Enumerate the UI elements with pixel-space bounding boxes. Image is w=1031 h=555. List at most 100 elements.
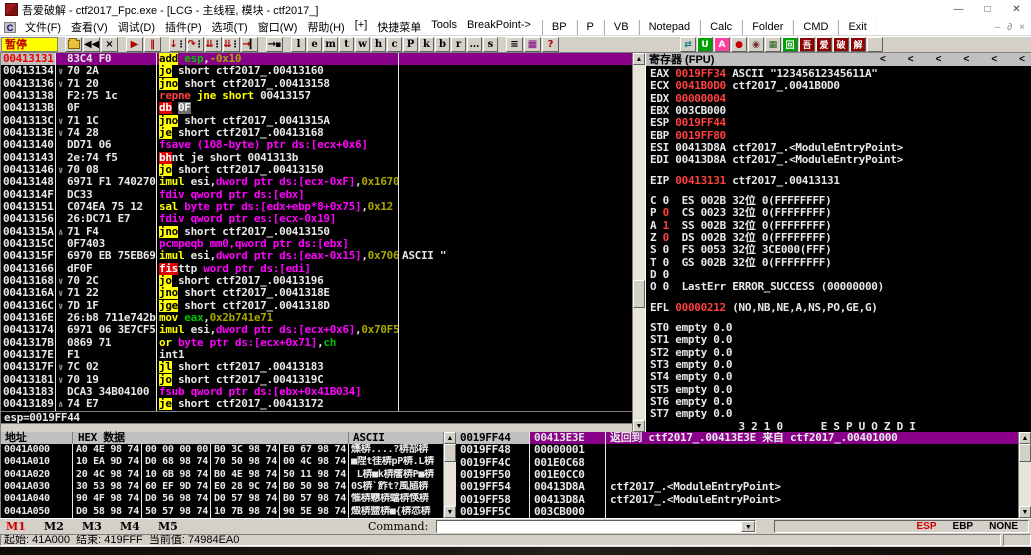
breakpoint-list-icon[interactable]: ≡ <box>506 37 523 52</box>
command-letter-r[interactable]: r <box>451 37 466 52</box>
plugin-button-exit[interactable]: Exit <box>838 20 876 35</box>
menu-item-6[interactable]: 窗口(W) <box>253 19 303 35</box>
dump-header-hex[interactable]: HEX 数据 <box>73 432 349 444</box>
register-line[interactable]: S 0 FS 0053 32位 3CE000(FFF) <box>650 244 1031 256</box>
command-letter-b[interactable]: b <box>435 37 450 52</box>
dump-row[interactable]: 0041A02020 4C 98 7410 6B 98 74B0 4E 98 7… <box>1 469 443 481</box>
register-line[interactable]: ST2 empty 0.0 <box>650 347 1031 359</box>
child-minimize-icon[interactable]: – <box>995 22 1001 33</box>
dump-scrollbar[interactable]: ▲ ▼ <box>443 432 456 518</box>
register-line[interactable]: EDI 00413D8A ctf2017_.<ModuleEntryPoint> <box>650 154 1031 166</box>
step-over-icon[interactable]: ↷⋮ <box>187 37 204 52</box>
scroll-up-icon[interactable]: ▲ <box>444 432 456 444</box>
dump-row[interactable]: 0041A000A0 4E 98 7400 00 00 00B0 3C 98 7… <box>1 444 443 456</box>
register-line[interactable]: ST3 empty 0.0 <box>650 359 1031 371</box>
command-letter-e[interactable]: e <box>307 37 322 52</box>
command-letter-…[interactable]: … <box>467 37 482 52</box>
windows-list-icon[interactable]: ▦ <box>524 37 541 52</box>
disasm-row[interactable]: 0041313C∨71 1Cjno short ctf2017_.0041315… <box>1 115 632 127</box>
register-line[interactable]: T 0 GS 002B 32位 0(FFFFFFFF) <box>650 257 1031 269</box>
register-line[interactable]: ST1 empty 0.0 <box>650 334 1031 346</box>
disasm-row[interactable]: 00413166 dF0Ffisttp word ptr ds:[edi] <box>1 263 632 275</box>
scroll-thumb[interactable] <box>444 444 456 462</box>
disassembly-scrollbar[interactable]: ▲ ▼ <box>632 53 645 432</box>
disasm-row[interactable]: 00413183 DCA3 34B04100fsub qword ptr ds:… <box>1 386 632 398</box>
stack-row[interactable]: 0019FF5C003CB000 <box>456 506 1018 518</box>
disasm-row[interactable]: 0041316E 26:b8 711e742bmov eax,0x2b741e7… <box>1 312 632 324</box>
disasm-row[interactable]: 00413138 F2:75 1crepne jne short 0041315… <box>1 90 632 102</box>
register-line[interactable]: EFL 00000212 (NO,NB,NE,A,NS,PO,GE,G) <box>650 302 1031 314</box>
plugin-button-calc[interactable]: Calc <box>700 20 742 35</box>
register-line[interactable]: O 0 LastErr ERROR_SUCCESS (00000000) <box>650 281 1031 293</box>
command-letter-c[interactable]: c <box>387 37 402 52</box>
register-line[interactable]: EDX 00000004 <box>650 93 1031 105</box>
register-line[interactable]: EIP 00413131 ctf2017_.00413131 <box>650 175 1031 187</box>
dump-row[interactable]: 0041A01010 EA 9D 74D0 68 98 7470 50 98 7… <box>1 456 443 468</box>
scroll-down-icon[interactable]: ▼ <box>1019 506 1031 518</box>
maximize-icon[interactable]: □ <box>973 0 1002 19</box>
disasm-row[interactable]: 0041315A∧71 F4jno short ctf2017_.0041315… <box>1 226 632 238</box>
disasm-row[interactable]: 00413156 26:DC71 E7fdiv qword ptr es:[ec… <box>1 213 632 225</box>
plugin-button-cmd[interactable]: CMD <box>793 20 838 35</box>
logo-po-icon[interactable]: 破 <box>833 37 849 52</box>
menu-item-8[interactable]: [+] <box>350 19 373 35</box>
command-letter-h[interactable]: h <box>371 37 386 52</box>
command-letter-w[interactable]: w <box>355 37 370 52</box>
disasm-row[interactable]: 00413181∨70 19jo short ctf2017_.0041319C <box>1 374 632 386</box>
help-icon[interactable]: ? <box>542 37 559 52</box>
register-line[interactable]: ST6 empty 0.0 <box>650 396 1031 408</box>
assembler-icon[interactable]: A <box>714 37 730 52</box>
disasm-row[interactable]: 00413143 2e:74 f5bhnt je short 0041313b <box>1 152 632 164</box>
scroll-down-icon[interactable]: ▼ <box>633 420 645 432</box>
dump-row[interactable]: 0041A050D0 58 98 7450 57 98 7410 7B 98 7… <box>1 506 443 518</box>
command-letter-s[interactable]: s <box>483 37 498 52</box>
disasm-row[interactable]: 00413168∨70 2Cjo short ctf2017_.00413196 <box>1 275 632 287</box>
sync-icon[interactable]: ⇄ <box>680 37 696 52</box>
scroll-thumb[interactable] <box>1019 444 1031 462</box>
close-program-icon[interactable]: × <box>101 37 118 52</box>
grid-icon[interactable]: ▦ <box>765 37 781 52</box>
register-line[interactable]: Z 0 DS 002B 32位 0(FFFFFFFF) <box>650 232 1031 244</box>
menu-item-9[interactable]: 快捷菜单 <box>372 19 426 35</box>
memory-tab-m4[interactable]: M4 <box>114 520 152 533</box>
disasm-row[interactable]: 00413146∨70 08jo short ctf2017_.00413150 <box>1 164 632 176</box>
close-icon[interactable]: ✕ <box>1002 0 1031 19</box>
register-line[interactable]: ST4 empty 0.0 <box>650 371 1031 383</box>
disasm-row[interactable]: 0041313B 0Fdb 0F <box>1 102 632 114</box>
blank-button[interactable] <box>867 37 883 52</box>
scroll-down-icon[interactable]: ▼ <box>444 506 456 518</box>
register-line[interactable]: ST0 empty 0.0 <box>650 322 1031 334</box>
dump-header-ascii[interactable]: ASCII <box>349 432 443 444</box>
memory-tab-m3[interactable]: M3 <box>76 520 114 533</box>
execute-till-return-icon[interactable]: →▎ <box>241 37 258 52</box>
memory-tab-m1[interactable]: M1 <box>0 520 38 533</box>
collapse-chevron-icon[interactable]: < <box>1019 54 1025 66</box>
child-restore-icon[interactable]: ∂ <box>1007 22 1012 33</box>
dump-row[interactable]: 0041A03030 53 98 7460 EF 9D 74E0 28 9C 7… <box>1 481 443 493</box>
disasm-row[interactable]: 00413136∨71 20jno short ctf2017_.0041315… <box>1 78 632 90</box>
memory-tab-m5[interactable]: M5 <box>152 520 190 533</box>
register-line[interactable]: A 1 SS 002B 32位 0(FFFFFFFF) <box>650 220 1031 232</box>
logo-wu-icon[interactable]: 吾 <box>799 37 815 52</box>
collapse-chevron-icon[interactable]: < <box>963 54 969 66</box>
register-line[interactable]: C 0 ES 002B 32位 0(FFFFFFFF) <box>650 195 1031 207</box>
register-line[interactable]: P 0 CS 0023 32位 0(FFFFFFFF) <box>650 207 1031 219</box>
run-icon[interactable]: ▶ <box>126 37 143 52</box>
register-line[interactable]: D 0 <box>650 269 1031 281</box>
register-line[interactable]: ST7 empty 0.0 <box>650 408 1031 420</box>
disasm-row[interactable]: 0041315C 0F7403pcmpeqb mm0,qword ptr ds:… <box>1 238 632 250</box>
menu-item-1[interactable]: 文件(F) <box>20 19 66 35</box>
plugin-button-notepad[interactable]: Notepad <box>639 20 701 35</box>
register-line[interactable]: ECX 0041B0D0 ctf2017_.0041B0D0 <box>650 80 1031 92</box>
plugin-button-folder[interactable]: Folder <box>742 20 793 35</box>
command-input[interactable] <box>437 521 741 532</box>
logo-jie-icon[interactable]: 解 <box>850 37 866 52</box>
disasm-row[interactable]: 00413134∨70 2Ajo short ctf2017_.00413160 <box>1 65 632 77</box>
disasm-row[interactable]: 0041317E F1int1 <box>1 349 632 361</box>
plugin-button-bp[interactable]: BP <box>542 20 577 35</box>
disasm-row[interactable]: 0041313E∨74 28je short ctf2017_.00413168 <box>1 127 632 139</box>
command-letter-t[interactable]: t <box>339 37 354 52</box>
spiral-icon[interactable]: ◉ <box>748 37 764 52</box>
menu-item-3[interactable]: 调试(D) <box>113 19 160 35</box>
menu-item-5[interactable]: 选项(T) <box>207 19 253 35</box>
